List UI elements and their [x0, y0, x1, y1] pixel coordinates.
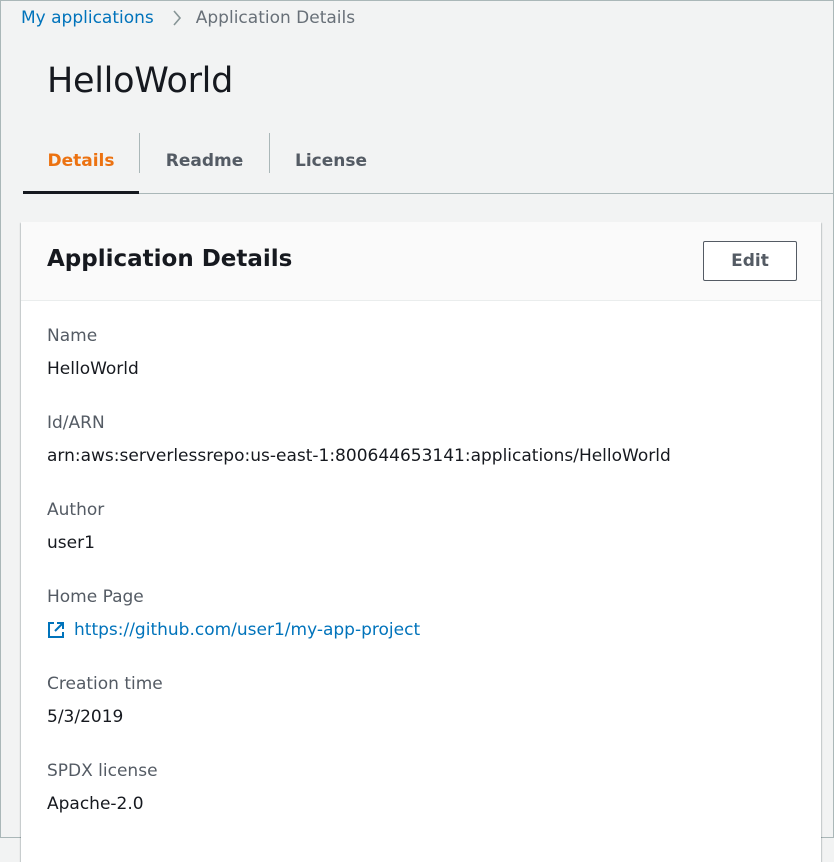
- field-arn: Id/ARN arn:aws:serverlessrepo:us-east-1:…: [47, 411, 801, 498]
- field-value: user1: [47, 533, 95, 553]
- field-label: Name: [47, 326, 98, 346]
- card-title: Application Details: [47, 246, 293, 272]
- field-spdx-license: SPDX license Apache-2.0: [47, 759, 801, 846]
- home-page-link[interactable]: https://github.com/user1/my-app-project: [47, 618, 801, 642]
- field-author: Author user1: [47, 498, 801, 585]
- breadcrumb: My applications Application Details: [21, 5, 355, 31]
- chevron-right-icon: [172, 10, 182, 26]
- breadcrumb-my-applications[interactable]: My applications: [21, 8, 154, 28]
- edit-button[interactable]: Edit: [703, 241, 797, 281]
- field-name: Name HelloWorld: [47, 324, 801, 411]
- field-label: Home Page: [47, 587, 144, 607]
- details-fields: Name HelloWorld Id/ARN arn:aws:serverles…: [47, 324, 801, 846]
- field-label: Creation time: [47, 674, 163, 694]
- tab-readme[interactable]: Readme: [140, 129, 269, 193]
- field-value: Apache-2.0: [47, 794, 144, 814]
- field-label: Id/ARN: [47, 413, 105, 433]
- page-title: HelloWorld: [47, 61, 234, 101]
- home-page-url: https://github.com/user1/my-app-project: [74, 620, 421, 640]
- tab-bar: Details Readme License: [23, 129, 833, 194]
- field-creation-time: Creation time 5/3/2019: [47, 672, 801, 759]
- external-link-icon: [47, 621, 65, 639]
- card-header: Application Details Edit: [21, 222, 821, 301]
- tab-details[interactable]: Details: [23, 129, 139, 194]
- field-label: SPDX license: [47, 761, 158, 781]
- field-value: 5/3/2019: [47, 707, 124, 727]
- field-label: Author: [47, 500, 105, 520]
- tab-license[interactable]: License: [270, 129, 392, 193]
- field-home-page: Home Page https://github.com/user1/my-ap…: [47, 585, 801, 672]
- application-details-card: Application Details Edit Name HelloWorld…: [21, 222, 821, 862]
- breadcrumb-current: Application Details: [195, 8, 356, 28]
- field-value: arn:aws:serverlessrepo:us-east-1:8006446…: [47, 446, 671, 466]
- field-value: HelloWorld: [47, 359, 139, 379]
